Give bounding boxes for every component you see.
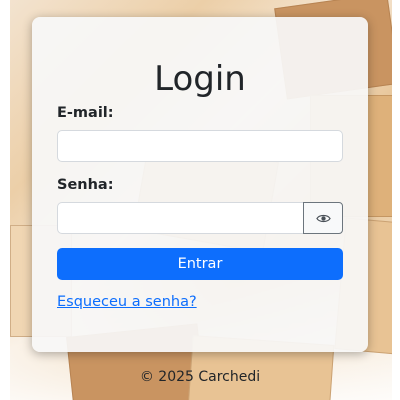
eye-icon xyxy=(315,213,331,224)
login-button[interactable]: Entrar xyxy=(57,248,343,280)
login-card: Login E-mail: Senha: Entrar Esqueceu a s… xyxy=(32,17,368,352)
forgot-password-link[interactable]: Esqueceu a senha? xyxy=(57,294,197,310)
password-label: Senha: xyxy=(57,177,114,193)
email-label: E-mail: xyxy=(57,105,114,121)
page-title: Login xyxy=(154,59,246,99)
password-field[interactable] xyxy=(57,202,304,234)
footer-copyright: © 2025 Carchedi xyxy=(139,369,261,385)
email-field[interactable] xyxy=(57,130,343,162)
toggle-password-button[interactable] xyxy=(303,202,343,234)
